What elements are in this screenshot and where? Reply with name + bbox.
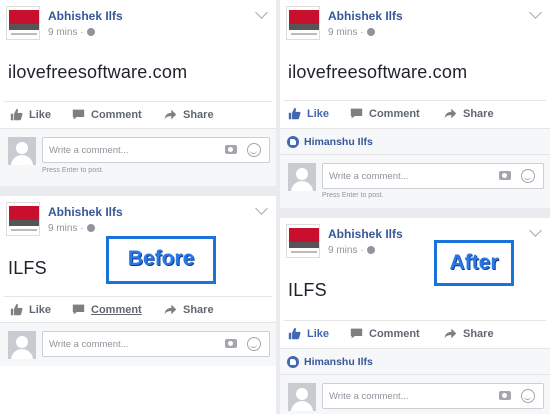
post-actions: Like Comment Share xyxy=(284,100,546,124)
comment-icon xyxy=(350,108,363,119)
author-name[interactable]: Abhishek Ilfs xyxy=(328,9,403,23)
post-card: Abhishek Ilfs 9 mins · ilovefreesoftware… xyxy=(0,0,276,186)
like-reaction-icon xyxy=(287,356,299,368)
comment-icon xyxy=(72,304,85,315)
post-text: ilovefreesoftware.com xyxy=(8,62,188,82)
liker-name[interactable]: Himanshu Ilfs xyxy=(304,136,373,148)
comment-icon xyxy=(72,109,85,120)
comment-area: Write a comment... Press Enter to post. xyxy=(280,154,550,208)
before-panel: Abhishek Ilfs 9 mins · ilovefreesoftware… xyxy=(0,0,276,414)
post-time[interactable]: 9 mins · xyxy=(48,27,95,38)
like-button[interactable]: Like xyxy=(288,107,329,120)
comment-button[interactable]: Comment xyxy=(350,327,420,340)
author-name[interactable]: Abhishek Ilfs xyxy=(48,205,123,219)
author-avatar[interactable] xyxy=(6,6,40,40)
comment-input[interactable]: Write a comment... xyxy=(42,331,270,357)
post-time[interactable]: 9 mins · xyxy=(48,223,95,234)
chevron-down-icon[interactable] xyxy=(255,6,268,19)
camera-icon[interactable] xyxy=(225,145,237,154)
emoji-icon[interactable] xyxy=(521,389,535,403)
public-globe-icon xyxy=(86,224,95,232)
author-avatar[interactable] xyxy=(6,202,40,236)
author-name[interactable]: Abhishek Ilfs xyxy=(328,227,403,241)
press-enter-hint: Press Enter to post. xyxy=(322,192,384,199)
public-globe-icon xyxy=(366,28,375,36)
share-button[interactable]: Share xyxy=(444,107,494,120)
comment-input[interactable]: Write a comment... xyxy=(322,383,544,409)
like-button[interactable]: Like xyxy=(10,108,51,121)
comment-icon xyxy=(350,328,363,339)
post-time[interactable]: 9 mins · xyxy=(328,245,375,256)
share-icon xyxy=(444,328,457,339)
share-icon xyxy=(164,304,177,315)
post-text: ILFS xyxy=(288,280,327,300)
post-actions: Like Comment Share xyxy=(284,320,546,344)
post-header: Abhishek Ilfs 9 mins · xyxy=(6,6,276,42)
post-header: Abhishek Ilfs 9 mins · xyxy=(286,6,550,42)
emoji-icon[interactable] xyxy=(521,169,535,183)
author-avatar[interactable] xyxy=(286,224,320,258)
liker-name[interactable]: Himanshu Ilfs xyxy=(304,356,373,368)
after-panel: Abhishek Ilfs 9 mins · ilovefreesoftware… xyxy=(280,0,550,414)
before-label: Before xyxy=(106,236,216,284)
chevron-down-icon[interactable] xyxy=(255,202,268,215)
public-globe-icon xyxy=(366,246,375,254)
emoji-icon[interactable] xyxy=(247,143,261,157)
post-card: Abhishek Ilfs 9 mins · ilovefreesoftware… xyxy=(280,0,550,208)
press-enter-hint: Press Enter to post. xyxy=(42,167,104,174)
camera-icon[interactable] xyxy=(499,391,511,400)
comment-area: Write a comment... Press Enter to post. xyxy=(0,128,276,186)
comment-area: Write a comment... xyxy=(280,374,550,414)
like-summary: Himanshu Ilfs xyxy=(280,348,550,374)
camera-icon[interactable] xyxy=(499,171,511,180)
thumbs-up-icon xyxy=(288,107,301,120)
comment-area: Write a comment... xyxy=(0,322,276,366)
like-reaction-icon xyxy=(287,136,299,148)
after-label: After xyxy=(434,240,514,286)
share-icon xyxy=(444,108,457,119)
post-time[interactable]: 9 mins · xyxy=(328,27,375,38)
chevron-down-icon[interactable] xyxy=(529,6,542,19)
public-globe-icon xyxy=(86,28,95,36)
comment-input[interactable]: Write a comment... xyxy=(322,163,544,189)
user-avatar xyxy=(288,383,316,411)
share-button[interactable]: Share xyxy=(164,303,214,316)
post-actions: Like Comment Share xyxy=(4,296,272,320)
share-button[interactable]: Share xyxy=(164,108,214,121)
user-avatar xyxy=(8,137,36,165)
user-avatar xyxy=(8,331,36,359)
emoji-icon[interactable] xyxy=(247,337,261,351)
post-text: ILFS xyxy=(8,258,47,278)
comment-button[interactable]: Comment xyxy=(72,303,142,316)
chevron-down-icon[interactable] xyxy=(529,224,542,237)
user-avatar xyxy=(288,163,316,191)
post-header: Abhishek Ilfs 9 mins · xyxy=(6,202,276,238)
author-avatar[interactable] xyxy=(286,6,320,40)
comment-button[interactable]: Comment xyxy=(350,107,420,120)
like-button[interactable]: Like xyxy=(10,303,51,316)
post-card: Abhishek Ilfs 9 mins · ILFS Like Comment… xyxy=(0,196,276,414)
comment-input[interactable]: Write a comment... xyxy=(42,137,270,163)
author-name[interactable]: Abhishek Ilfs xyxy=(48,9,123,23)
thumbs-up-icon xyxy=(10,108,23,121)
like-button[interactable]: Like xyxy=(288,327,329,340)
like-summary: Himanshu Ilfs xyxy=(280,128,550,154)
thumbs-up-icon xyxy=(10,303,23,316)
post-text: ilovefreesoftware.com xyxy=(288,62,468,82)
share-button[interactable]: Share xyxy=(444,327,494,340)
thumbs-up-icon xyxy=(288,327,301,340)
camera-icon[interactable] xyxy=(225,339,237,348)
post-actions: Like Comment Share xyxy=(4,101,272,125)
share-icon xyxy=(164,109,177,120)
comment-button[interactable]: Comment xyxy=(72,108,142,121)
